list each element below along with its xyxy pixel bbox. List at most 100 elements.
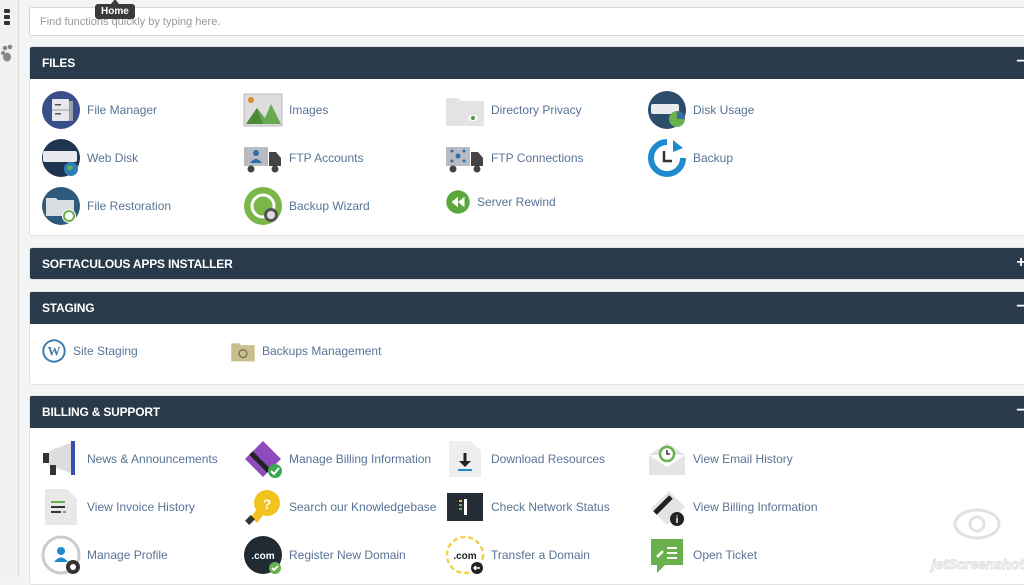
item-label: Open Ticket xyxy=(693,548,757,562)
register-domain-icon: .com xyxy=(243,535,283,575)
staging-panel-title: STAGING xyxy=(42,301,94,315)
softaculous-panel: SOFTACULOUS APPS INSTALLER + xyxy=(29,247,1024,280)
ftp-connections-link[interactable]: FTP Connections xyxy=(445,138,584,178)
file-manager-icon xyxy=(41,90,81,130)
backup-wizard-link[interactable]: Backup Wizard xyxy=(243,186,370,226)
web-disk-link[interactable]: Web Disk xyxy=(41,138,138,178)
svg-text:?: ? xyxy=(263,496,272,512)
item-label: Site Staging xyxy=(73,344,138,358)
news-announcements-link[interactable]: News & Announcements xyxy=(41,439,218,479)
file-restoration-link[interactable]: File Restoration xyxy=(41,186,171,226)
network-status-icon xyxy=(445,487,485,527)
item-label: Web Disk xyxy=(87,151,138,165)
item-label: FTP Connections xyxy=(491,151,584,165)
item-label: Search our Knowledgebase xyxy=(289,500,436,514)
collapse-toggle[interactable]: − xyxy=(1014,47,1024,79)
watermark: jetScreenshot xyxy=(924,502,1024,572)
backups-management-link[interactable]: Backups Management xyxy=(230,331,381,371)
item-label: Backup xyxy=(693,151,733,165)
ftp-accounts-icon xyxy=(243,138,283,178)
search-knowledgebase-link[interactable]: ? Search our Knowledgebase xyxy=(243,487,436,527)
view-email-history-link[interactable]: View Email History xyxy=(647,439,793,479)
svg-text:W: W xyxy=(48,344,61,359)
svg-text:.com: .com xyxy=(453,551,476,562)
server-rewind-link[interactable]: Server Rewind xyxy=(445,182,556,222)
site-staging-link[interactable]: W Site Staging xyxy=(41,331,138,371)
item-label: News & Announcements xyxy=(87,452,218,466)
file-manager-link[interactable]: File Manager xyxy=(41,90,157,130)
directory-privacy-link[interactable]: Directory Privacy xyxy=(445,90,582,130)
open-ticket-link[interactable]: Open Ticket xyxy=(647,535,757,575)
sidebar xyxy=(0,0,19,576)
item-label: Backup Wizard xyxy=(289,199,370,213)
search-box[interactable] xyxy=(29,7,1024,36)
backups-management-icon xyxy=(230,331,256,371)
item-label: Download Resources xyxy=(491,452,605,466)
download-icon xyxy=(445,439,485,479)
manage-profile-link[interactable]: Manage Profile xyxy=(41,535,168,575)
file-restoration-icon xyxy=(41,186,81,226)
watermark-text: jetScreenshot xyxy=(931,556,1024,572)
paw-icon[interactable] xyxy=(1,44,15,62)
ftp-connections-icon xyxy=(445,138,485,178)
ftp-accounts-link[interactable]: FTP Accounts xyxy=(243,138,363,178)
svg-text:.com: .com xyxy=(251,551,274,562)
item-label: File Manager xyxy=(87,103,157,117)
item-label: Backups Management xyxy=(262,344,381,358)
transfer-domain-link[interactable]: .com Transfer a Domain xyxy=(445,535,590,575)
open-ticket-icon xyxy=(647,535,687,575)
lightbulb-question-icon: ? xyxy=(243,487,283,527)
view-invoice-history-link[interactable]: View Invoice History xyxy=(41,487,195,527)
item-label: Manage Profile xyxy=(87,548,168,562)
images-link[interactable]: Images xyxy=(243,90,328,130)
credit-card-check-icon xyxy=(243,439,283,479)
directory-privacy-icon xyxy=(445,90,485,130)
check-network-status-link[interactable]: Check Network Status xyxy=(445,487,610,527)
item-label: Directory Privacy xyxy=(491,103,582,117)
register-new-domain-link[interactable]: .com Register New Domain xyxy=(243,535,406,575)
files-panel-title: FILES xyxy=(42,56,75,70)
download-resources-link[interactable]: Download Resources xyxy=(445,439,605,479)
billing-support-panel-header[interactable]: BILLING & SUPPORT − xyxy=(30,396,1024,428)
transfer-domain-icon: .com xyxy=(445,535,485,575)
backup-wizard-icon xyxy=(243,186,283,226)
grid-menu-icon[interactable] xyxy=(1,8,15,26)
softaculous-panel-title: SOFTACULOUS APPS INSTALLER xyxy=(42,257,233,271)
search-input[interactable] xyxy=(30,8,1024,35)
megaphone-icon xyxy=(41,439,81,479)
disk-usage-link[interactable]: Disk Usage xyxy=(647,90,754,130)
item-label: View Email History xyxy=(693,452,793,466)
backup-link[interactable]: Backup xyxy=(647,138,733,178)
item-label: File Restoration xyxy=(87,199,171,213)
billing-support-panel-title: BILLING & SUPPORT xyxy=(42,405,160,419)
files-panel: FILES − File Manager Images Directory Pr… xyxy=(29,46,1024,236)
manage-billing-information-link[interactable]: Manage Billing Information xyxy=(243,439,431,479)
web-disk-icon xyxy=(41,138,81,178)
item-label: Register New Domain xyxy=(289,548,406,562)
softaculous-panel-header[interactable]: SOFTACULOUS APPS INSTALLER + xyxy=(30,248,1024,280)
wordpress-icon: W xyxy=(41,331,67,371)
backup-icon xyxy=(647,138,687,178)
main-content: Home FILES − File Manager Images Directo… xyxy=(29,0,1024,576)
collapse-toggle[interactable]: − xyxy=(1014,396,1024,428)
svg-text:i: i xyxy=(676,515,679,526)
item-label: View Billing Information xyxy=(693,500,818,514)
billing-info-icon: i xyxy=(647,487,687,527)
staging-panel: STAGING − W Site Staging Backups Managem… xyxy=(29,291,1024,385)
view-billing-information-link[interactable]: i View Billing Information xyxy=(647,487,818,527)
files-panel-header[interactable]: FILES − xyxy=(30,47,1024,79)
item-label: FTP Accounts xyxy=(289,151,363,165)
staging-panel-header[interactable]: STAGING − xyxy=(30,292,1024,324)
invoice-icon xyxy=(41,487,81,527)
item-label: View Invoice History xyxy=(87,500,195,514)
item-label: Server Rewind xyxy=(477,195,556,209)
home-tooltip: Home xyxy=(95,4,135,19)
server-rewind-icon xyxy=(445,182,471,222)
collapse-toggle[interactable]: − xyxy=(1014,292,1024,324)
item-label: Images xyxy=(289,103,328,117)
images-icon xyxy=(243,90,283,130)
watermark-logo-icon xyxy=(952,506,1002,542)
expand-toggle[interactable]: + xyxy=(1014,248,1024,280)
item-label: Disk Usage xyxy=(693,103,754,117)
item-label: Transfer a Domain xyxy=(491,548,590,562)
